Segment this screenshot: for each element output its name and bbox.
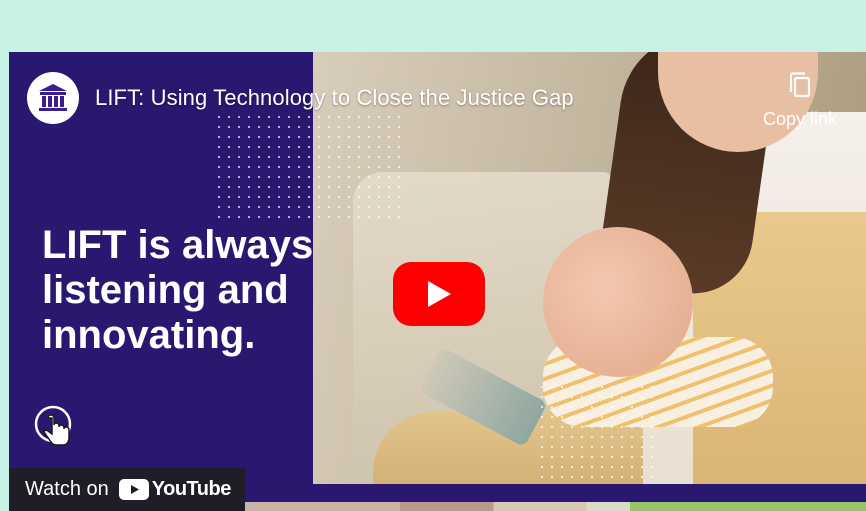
youtube-logo: YouTube [118,478,232,501]
video-title[interactable]: LIFT: Using Technology to Close the Just… [95,85,574,111]
copy-link-label: Copy link [762,109,838,129]
play-icon [428,281,451,307]
video-player[interactable]: LIFT: Using Technology to Close the Just… [9,52,866,511]
thumbnail-headline: LIFT is always listening and innovating. [42,223,314,357]
play-button[interactable] [393,262,485,326]
dot-pattern-bottom [537,382,657,492]
dot-pattern-top [214,112,404,222]
watch-on-youtube-button[interactable]: Watch on YouTube [9,468,245,511]
youtube-logo-icon [118,479,149,500]
watch-on-label: Watch on [25,478,109,500]
copy-link-button[interactable]: Copy link [757,70,843,130]
channel-logo[interactable] [27,72,79,124]
courthouse-icon [39,84,67,111]
related-thumbnails-strip [245,502,866,511]
hand-cursor-icon [34,405,72,446]
copy-icon [789,72,811,98]
youtube-wordmark: YouTube [151,478,232,500]
